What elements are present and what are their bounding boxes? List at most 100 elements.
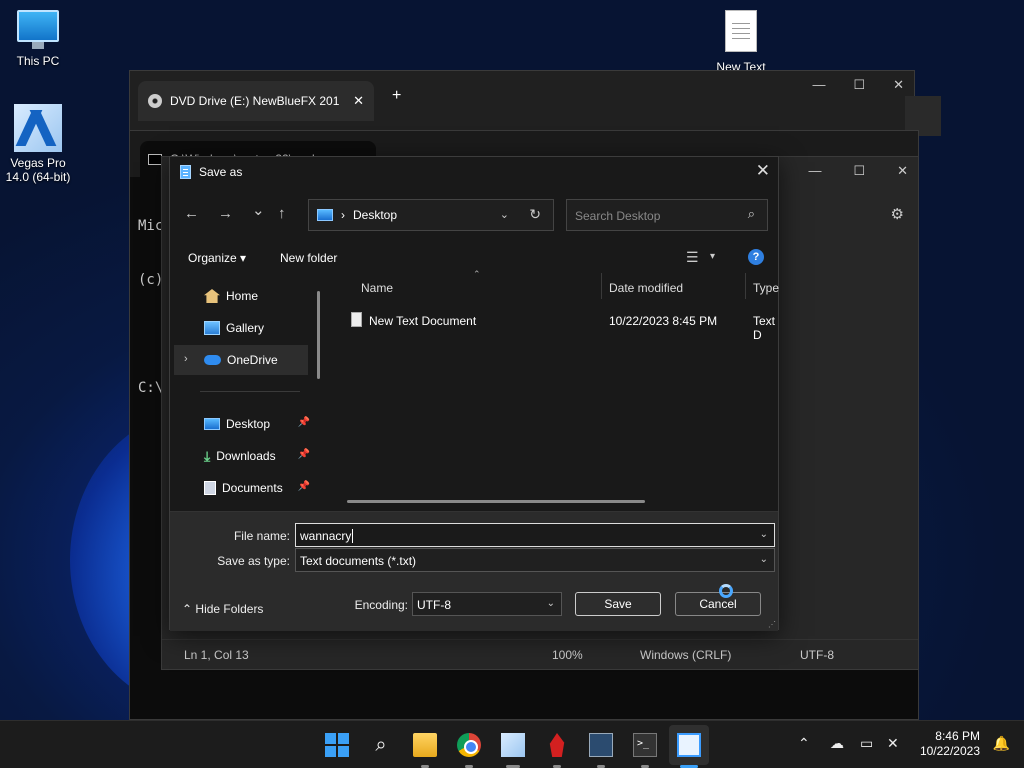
column-divider[interactable] (745, 273, 746, 299)
start-button[interactable] (325, 733, 349, 757)
chrome-icon[interactable] (457, 733, 481, 757)
desktop-icon-new-text[interactable]: New Text (703, 10, 779, 74)
save-type-select[interactable]: Text documents (*.txt) ⌄ (295, 548, 775, 572)
save-type-value: Text documents (*.txt) (300, 554, 417, 568)
refresh-icon[interactable]: ↻ (529, 206, 541, 223)
organize-button[interactable]: Organize ▾ (188, 251, 246, 265)
file-name: New Text Document (369, 314, 477, 328)
explorer-tabbar: DVD Drive (E:) NewBlueFX 201 ✕ + — ☐ ✕ (130, 71, 914, 121)
column-header-date[interactable]: Date modified (609, 281, 683, 295)
back-icon[interactable]: ← (184, 205, 199, 222)
clock-time: 8:46 PM (935, 729, 980, 743)
breadcrumb[interactable]: Desktop (353, 208, 397, 222)
chevron-down-icon[interactable]: ⌄ (547, 598, 555, 609)
taskbar: ⌕ >_ ⌃ ☁ ▭ ✕ 8:46 PM 10/22/2023 🔔 (0, 720, 1024, 768)
flame-app-icon[interactable] (549, 733, 565, 757)
close-button[interactable]: ✕ (897, 163, 908, 179)
cancel-button[interactable]: Cancel (675, 592, 761, 616)
gear-icon[interactable]: ⚙ (891, 205, 904, 223)
file-explorer-icon[interactable] (413, 733, 437, 757)
chevron-down-icon[interactable]: ⌄ (760, 554, 768, 565)
minimize-button[interactable]: — (808, 163, 821, 179)
up-folder-icon[interactable]: ↑ (278, 205, 286, 222)
chevron-up-icon[interactable]: ⌃ (798, 735, 810, 752)
file-list[interactable]: ⌃ Name Date modified Type New Text Docum… (331, 269, 779, 511)
maximize-button[interactable]: ☐ (853, 77, 865, 93)
performance-monitor-icon[interactable] (589, 733, 613, 757)
search-input[interactable]: Search Desktop ⌕ (566, 199, 768, 231)
chevron-down-icon[interactable]: ⌄ (500, 208, 509, 221)
breadcrumb-separator: › (341, 208, 345, 222)
save-options-panel: File name: wannacry ⌄ Save as type: Text… (170, 511, 778, 631)
column-header-name[interactable]: Name (361, 281, 393, 295)
search-icon: ⌕ (747, 206, 755, 221)
maximize-button[interactable]: ☐ (853, 163, 865, 179)
zoom-level: 100% (552, 648, 583, 662)
pin-icon: 📌 (297, 449, 310, 460)
scrollbar[interactable] (317, 291, 320, 379)
notepad-status-bar: Ln 1, Col 13 100% Windows (CRLF) UTF-8 (162, 639, 918, 669)
desktop-icon-vegas[interactable]: Vegas Pro 14.0 (64-bit) (0, 104, 76, 184)
minimize-button[interactable]: — (812, 77, 825, 93)
desktop-icon-this-pc[interactable]: This PC (0, 10, 76, 68)
notepad-icon[interactable] (677, 733, 701, 757)
save-as-dialog[interactable]: Save as ✕ ← → ⌄ ↑ › Desktop ⌄ ↻ Search D… (169, 156, 779, 631)
save-button[interactable]: Save (575, 592, 661, 616)
new-tab-button[interactable]: + (392, 87, 401, 105)
pin-icon: 📌 (297, 417, 310, 428)
dvd-drive-icon (148, 94, 162, 108)
cursor-position: Ln 1, Col 13 (184, 648, 249, 662)
column-header-type[interactable]: Type (753, 281, 779, 295)
encoding-value: UTF-8 (417, 598, 451, 612)
system-clock[interactable]: 8:46 PM 10/22/2023 (920, 729, 980, 759)
onedrive-icon (204, 355, 221, 365)
search-placeholder: Search Desktop (575, 209, 661, 223)
chevron-down-icon[interactable]: ▾ (710, 251, 715, 262)
text-document-icon (725, 10, 757, 52)
chevron-up-icon: ⌃ (182, 602, 193, 616)
close-button[interactable]: ✕ (893, 77, 904, 93)
table-row[interactable]: New Text Document 10/22/2023 8:45 PM Tex… (347, 311, 777, 342)
explorer-caption-buttons: — ☐ ✕ (812, 77, 904, 93)
sidebar-item-home[interactable]: Home (174, 281, 308, 311)
close-tab-icon[interactable]: ✕ (353, 93, 364, 109)
sidebar-item-label: Documents (222, 481, 283, 495)
sidebar-item-gallery[interactable]: Gallery (174, 313, 308, 343)
sidebar-item-desktop[interactable]: Desktop 📌 (174, 409, 310, 439)
sidebar-item-onedrive[interactable]: › OneDrive (174, 345, 308, 375)
sidebar-item-documents[interactable]: Documents 📌 (174, 473, 310, 503)
network-icon[interactable]: ▭ (860, 735, 873, 752)
chevron-right-icon[interactable]: › (184, 353, 188, 365)
sidebar-item-downloads[interactable]: ⤓ Downloads 📌 (174, 441, 310, 471)
cmd-icon (148, 153, 162, 165)
onedrive-icon[interactable]: ☁ (830, 735, 844, 752)
view-options-icon[interactable]: ☰ (686, 249, 699, 266)
encoding-select[interactable]: UTF-8 ⌄ (412, 592, 562, 616)
desktop-icon-label: This PC (16, 54, 60, 68)
new-folder-button[interactable]: New folder (280, 251, 337, 265)
forward-icon[interactable]: → (218, 205, 233, 222)
busy-cursor-icon (719, 584, 733, 598)
sort-ascending-icon: ⌃ (473, 269, 481, 279)
text-caret (352, 529, 354, 543)
address-bar[interactable]: › Desktop ⌄ ↻ (308, 199, 554, 231)
help-icon[interactable]: ? (748, 249, 764, 265)
explorer-tab[interactable]: DVD Drive (E:) NewBlueFX 201 ✕ (138, 81, 374, 121)
hide-folders-button[interactable]: ⌃ Hide Folders (182, 602, 263, 616)
chevron-down-icon[interactable]: ⌄ (760, 529, 768, 540)
notification-bell-icon[interactable]: 🔔 (993, 735, 1010, 752)
scrollbar[interactable] (347, 500, 645, 503)
notepad-icon (180, 165, 191, 179)
file-name-field[interactable]: wannacry ⌄ (295, 523, 775, 547)
resize-grip-icon[interactable]: ⋰ (768, 620, 776, 629)
search-icon[interactable]: ⌕ (369, 733, 393, 757)
vegas-pro-icon[interactable] (501, 733, 525, 757)
close-icon[interactable]: ✕ (756, 161, 770, 181)
terminal-icon[interactable]: >_ (633, 733, 657, 757)
navigation-bar: ← → ⌄ ↑ › Desktop ⌄ ↻ Search Desktop ⌕ (170, 199, 778, 231)
recent-locations-icon[interactable]: ⌄ (252, 201, 265, 219)
notepad-caption-buttons: — ☐ ✕ (808, 163, 908, 179)
volume-muted-icon[interactable]: ✕ (887, 735, 899, 752)
column-divider[interactable] (601, 273, 602, 299)
divider (200, 391, 300, 392)
